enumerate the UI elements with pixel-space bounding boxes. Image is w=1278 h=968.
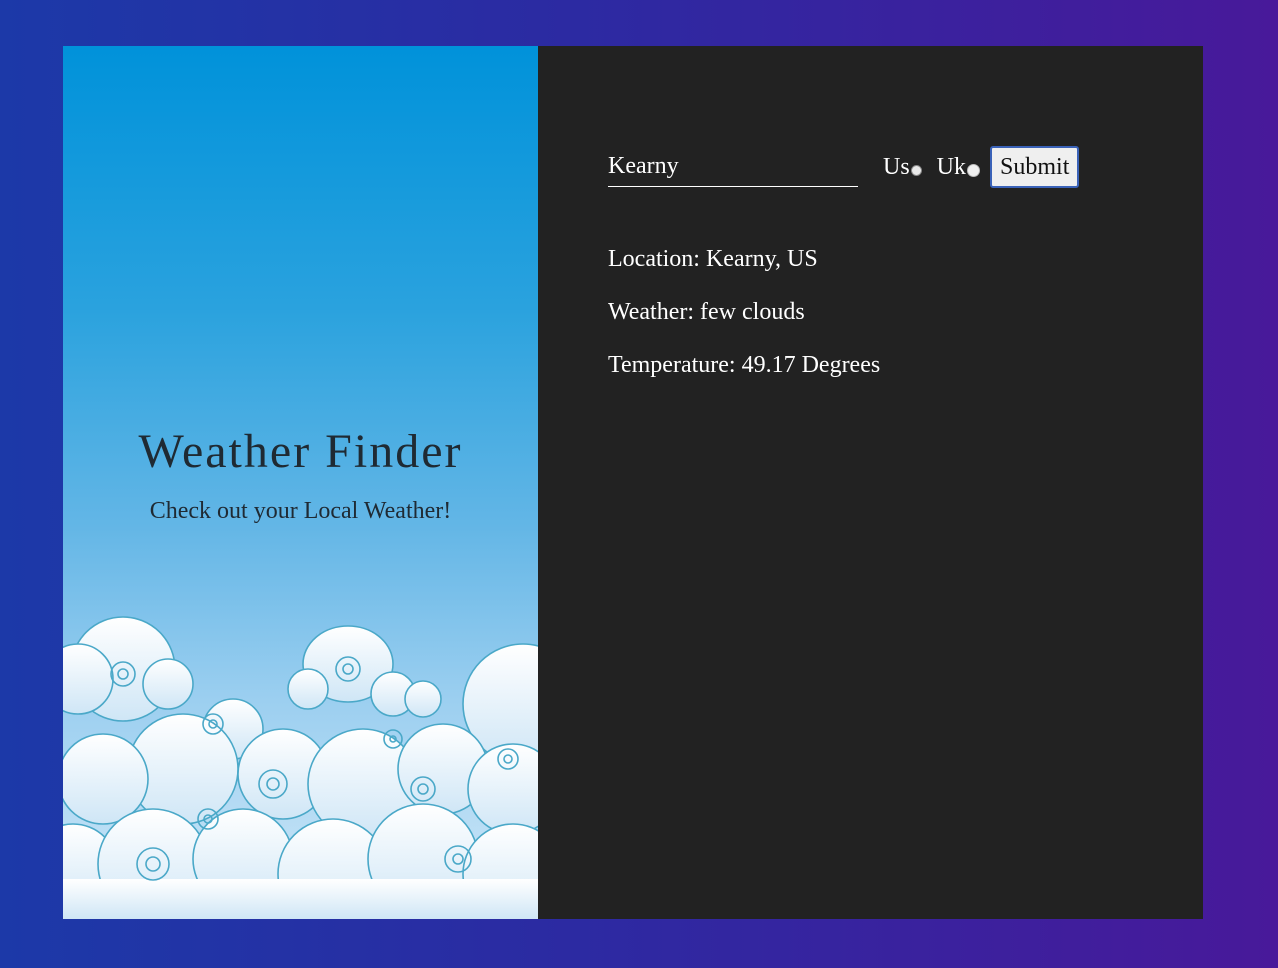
weather-card: Weather Finder Check out your Local Weat… (63, 46, 1203, 919)
right-panel: Us Uk Submit Location: Kearny, US Weathe… (538, 46, 1203, 919)
app-title: Weather Finder (138, 425, 463, 478)
clouds-illustration (63, 616, 538, 919)
radio-us[interactable] (910, 164, 922, 176)
left-panel: Weather Finder Check out your Local Weat… (63, 46, 538, 919)
radio-uk-label: Uk (936, 154, 967, 180)
radio-us-label: Us (883, 154, 910, 180)
weather-text: Weather: few clouds (608, 299, 805, 325)
title-block: Weather Finder Check out your Local Weat… (63, 422, 538, 526)
radio-uk[interactable] (967, 163, 981, 177)
results: Location: Kearny, US Weather: few clouds… (608, 244, 880, 403)
temperature-text: Temperature: 49.17 Degrees (608, 352, 881, 378)
search-form: Us Uk Submit (608, 146, 1080, 188)
submit-button[interactable]: Submit (990, 146, 1080, 188)
app-subtitle: Check out your Local Weather! (149, 498, 452, 524)
city-input[interactable] (608, 147, 858, 187)
location-text: Location: Kearny, US (608, 246, 818, 272)
